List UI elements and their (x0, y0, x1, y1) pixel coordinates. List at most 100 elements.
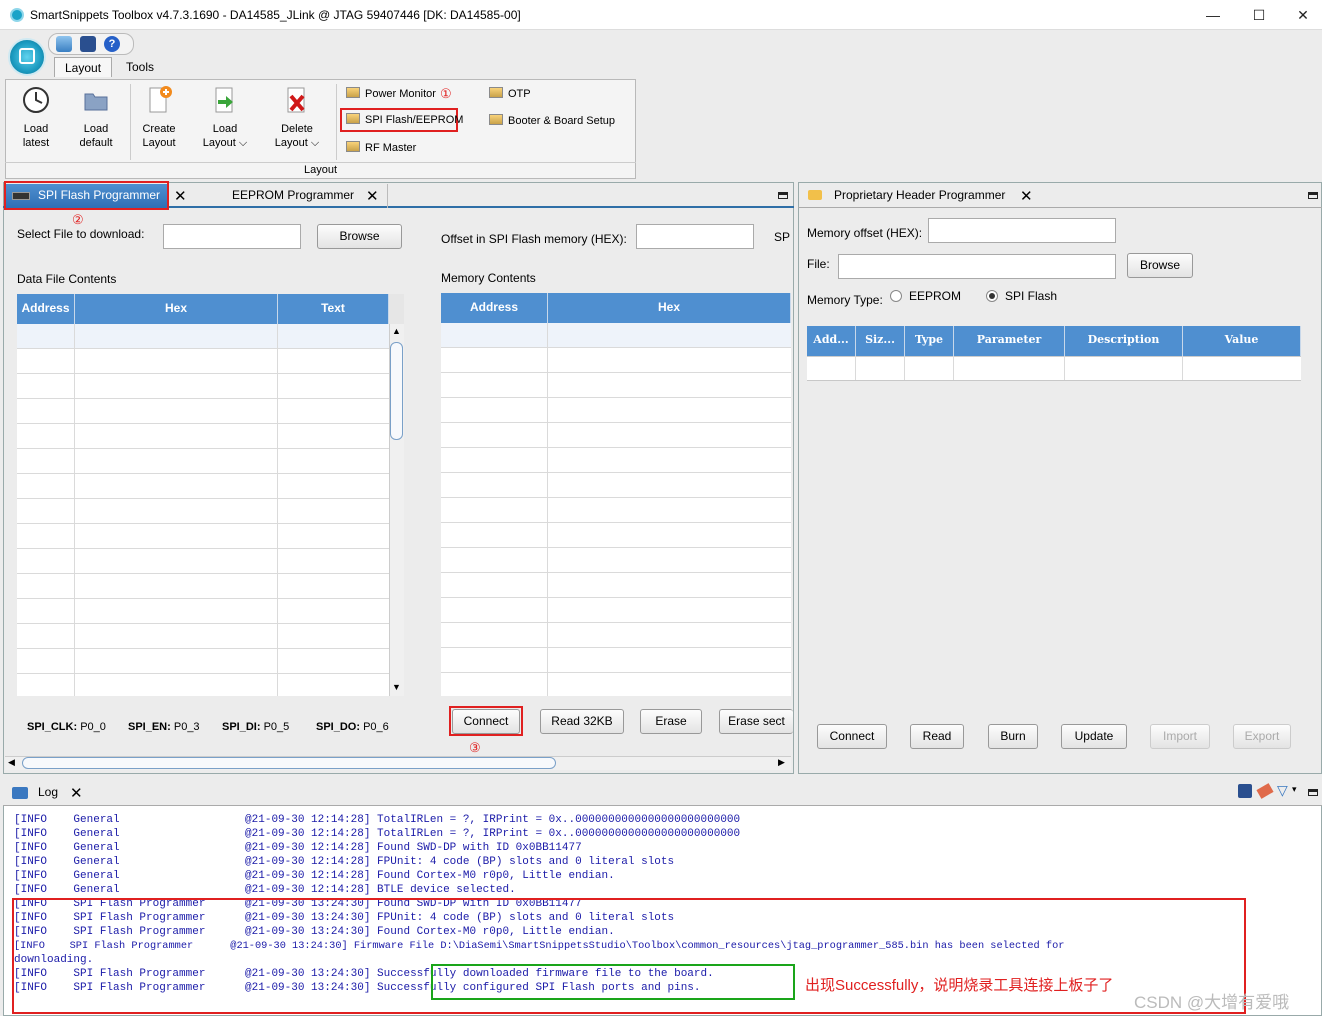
power-monitor-icon (346, 87, 360, 98)
load-latest-label-2: latest (22, 137, 50, 149)
create-layout-button[interactable]: Create Layout (130, 84, 188, 150)
column-divider (547, 323, 548, 696)
scroll-up-icon[interactable]: ▲ (392, 326, 401, 336)
browse-button[interactable]: Browse (317, 224, 402, 249)
spi-flash-eeprom-button[interactable]: SPI Flash/EEPROM (346, 110, 463, 130)
column-header-parameter[interactable]: Parameter (954, 326, 1065, 356)
column-header-type[interactable]: Type (905, 326, 954, 356)
column-divider (1064, 356, 1065, 380)
maximize-button[interactable]: ☐ (1236, 4, 1282, 26)
booter-board-setup-button[interactable]: Booter & Board Setup (489, 111, 615, 131)
selected-row (441, 323, 791, 347)
ribbon-separator (336, 84, 337, 160)
save-icon[interactable] (80, 36, 96, 52)
minimize-button[interactable]: — (1190, 4, 1236, 26)
eeprom-radio[interactable] (890, 290, 902, 302)
load-layout-label-2: Layout ⌵ (202, 137, 248, 149)
log-line: [INFO General @21-09-30 12:14:28] FPUnit… (14, 856, 675, 868)
minimize-panel-icon[interactable] (778, 192, 788, 199)
log-line: [INFO General @21-09-30 12:14:28] TotalI… (14, 814, 741, 826)
column-header-hex[interactable]: Hex (548, 293, 791, 323)
column-header-size[interactable]: Siz... (856, 326, 905, 356)
close-button[interactable]: ✕ (1280, 4, 1322, 26)
otp-icon (489, 87, 503, 98)
scroll-down-icon[interactable]: ▼ (392, 682, 401, 692)
horizontal-scrollbar-thumb[interactable] (22, 757, 556, 769)
create-layout-label-1: Create (142, 123, 176, 135)
load-default-button[interactable]: Load default (67, 84, 125, 150)
tab-eeprom-programmer[interactable]: EEPROM Programmer (192, 184, 388, 208)
export-button[interactable]: Export (1233, 724, 1291, 749)
ribbon-tab-tools[interactable]: Tools (116, 57, 164, 77)
highlight-box-success (431, 964, 795, 1000)
close-tab-icon[interactable]: ✕ (1020, 189, 1033, 204)
folder-icon (84, 93, 108, 111)
memory-offset-label: Memory offset (HEX): (807, 226, 923, 240)
rf-master-button[interactable]: RF Master (346, 138, 416, 158)
column-header-address[interactable]: Address (17, 294, 75, 324)
new-document-icon (149, 86, 172, 113)
ribbon-tab-layout[interactable]: Layout (54, 57, 113, 77)
spi-flash-radio[interactable] (986, 290, 998, 302)
pin-value: P0_6 (363, 721, 389, 733)
chevron-down-icon[interactable]: ▾ (1292, 784, 1297, 795)
load-layout-button[interactable]: Load Layout ⌵ (196, 84, 254, 150)
update-button[interactable]: Update (1061, 724, 1127, 749)
burn-button[interactable]: Burn (988, 724, 1038, 749)
offset-cut-label: SP (774, 230, 791, 244)
selected-row (17, 324, 389, 348)
connect-button[interactable]: Connect (817, 724, 887, 749)
header-table-row[interactable] (807, 356, 1301, 380)
table-header-corner (389, 294, 404, 324)
annotation-3: ③ (469, 740, 481, 755)
pin-spi-di: SPI_DI: P0_5 (222, 721, 289, 733)
help-icon[interactable]: ? (104, 36, 120, 52)
spi-flash-eeprom-icon (346, 113, 360, 124)
create-layout-label-2: Layout (142, 137, 176, 149)
read-32kb-button[interactable]: Read 32KB (540, 709, 624, 734)
connect-button[interactable]: Connect (452, 709, 520, 734)
annotation-1: ① (440, 86, 452, 101)
read-button[interactable]: Read (910, 724, 964, 749)
scroll-left-icon[interactable]: ◀ (8, 757, 15, 768)
pin-spi-en: SPI_EN: P0_3 (128, 721, 200, 733)
close-tab-icon[interactable]: ✕ (366, 189, 379, 204)
booter-board-setup-icon (489, 114, 503, 125)
scrollbar-thumb[interactable] (390, 342, 403, 440)
power-monitor-button[interactable]: Power Monitor (346, 84, 436, 104)
log-annotation: 出现Successfully，说明烧录工具连接上板子了 (805, 977, 1114, 994)
column-header-address[interactable]: Address (441, 293, 548, 323)
erase-button[interactable]: Erase (640, 709, 702, 734)
load-latest-button[interactable]: Load latest (7, 84, 65, 150)
import-button[interactable]: Import (1150, 724, 1210, 749)
refresh-icon[interactable] (56, 36, 72, 52)
close-tab-icon[interactable]: ✕ (70, 786, 83, 801)
highlight-box-tab (4, 181, 169, 210)
memory-contents-label: Memory Contents (441, 271, 536, 285)
pin-name: SPI_CLK: (27, 721, 78, 733)
close-tab-icon[interactable]: ✕ (174, 189, 187, 204)
file-label: File: (807, 257, 830, 271)
file-input[interactable] (838, 254, 1116, 279)
minimize-panel-icon[interactable] (1308, 789, 1318, 796)
booter-board-setup-label: Booter & Board Setup (508, 115, 616, 127)
browse-button[interactable]: Browse (1127, 253, 1193, 278)
file-path-input[interactable] (163, 224, 301, 249)
column-header-hex[interactable]: Hex (75, 294, 278, 324)
column-header-value[interactable]: Value (1183, 326, 1301, 356)
otp-button[interactable]: OTP (489, 84, 531, 104)
pin-spi-clk: SPI_CLK: P0_0 (27, 721, 106, 733)
delete-layout-button[interactable]: Delete Layout ⌵ (268, 84, 326, 150)
column-header-text[interactable]: Text (278, 294, 389, 324)
memory-offset-input[interactable] (928, 218, 1116, 243)
scroll-right-icon[interactable]: ▶ (778, 757, 785, 768)
minimize-panel-icon[interactable] (1308, 192, 1318, 199)
offset-input[interactable] (636, 224, 754, 249)
otp-label: OTP (508, 88, 531, 100)
select-file-label: Select File to download: (17, 227, 145, 241)
save-log-icon[interactable] (1238, 784, 1252, 798)
column-header-address[interactable]: Add... (807, 326, 856, 356)
column-header-description[interactable]: Description (1065, 326, 1183, 356)
filter-icon[interactable]: ▽ (1277, 782, 1288, 799)
erase-sector-button[interactable]: Erase sect (719, 709, 793, 734)
